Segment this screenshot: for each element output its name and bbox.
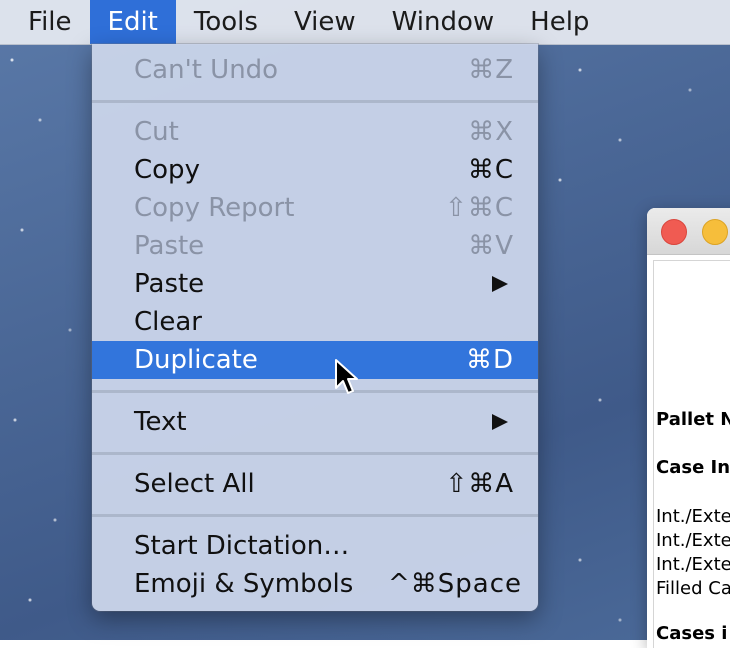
menu-item-label: Copy	[134, 155, 200, 185]
menu-item-label: Can't Undo	[134, 55, 279, 85]
document-line: Cases i	[656, 623, 728, 644]
menu-item-shortcut: ⌘X	[468, 117, 514, 147]
document-line: Int./Exte	[656, 530, 730, 551]
close-window-button[interactable]	[661, 219, 687, 245]
menu-separator	[92, 514, 538, 517]
menu-item-shortcut: ⇧⌘A	[445, 469, 514, 499]
menu-separator	[92, 390, 538, 393]
menu-item-copy[interactable]: Copy ⌘C	[92, 151, 538, 189]
document-window: Pallet N Case In Int./Exte Int./Exte Int…	[647, 208, 730, 648]
arrow-pointer-icon	[335, 359, 358, 394]
menu-item-cut[interactable]: Cut ⌘X	[92, 113, 538, 151]
menu-item-paste-disabled[interactable]: Paste ⌘V	[92, 227, 538, 265]
document-line: Case In	[656, 457, 730, 478]
menubar-file[interactable]: File	[0, 0, 90, 44]
menubar-edit[interactable]: Edit	[89, 0, 176, 44]
menu-item-shortcut: ⌘D	[465, 345, 514, 375]
menu-separator	[92, 452, 538, 455]
menu-item-select-all[interactable]: Select All ⇧⌘A	[92, 465, 538, 503]
document-line: Int./Exte	[656, 554, 730, 575]
menu-item-label: Clear	[134, 307, 202, 337]
menubar-tools[interactable]: Tools	[176, 0, 276, 44]
menu-item-shortcut: ^⌘Space	[387, 569, 522, 599]
menu-item-label: Text	[134, 407, 187, 437]
menu-separator	[92, 100, 538, 103]
edit-menu-dropdown: Can't Undo ⌘Z Cut ⌘X Copy ⌘C Copy Report…	[92, 44, 538, 611]
menu-item-copy-report[interactable]: Copy Report ⇧⌘C	[92, 189, 538, 227]
menu-item-paste-submenu[interactable]: Paste	[92, 265, 538, 303]
submenu-arrow-icon	[492, 414, 508, 430]
menu-item-label: Paste	[134, 231, 205, 261]
menu-item-text-submenu[interactable]: Text	[92, 403, 538, 441]
menu-item-label: Emoji & Symbols	[134, 569, 354, 599]
menu-item-clear[interactable]: Clear	[92, 303, 538, 341]
menu-item-cant-undo[interactable]: Can't Undo ⌘Z	[92, 51, 538, 89]
menu-item-label: Copy Report	[134, 193, 295, 223]
menu-item-label: Duplicate	[134, 345, 258, 375]
menu-item-start-dictation[interactable]: Start Dictation…	[92, 527, 538, 565]
menubar-help[interactable]: Help	[512, 0, 607, 44]
menubar-view[interactable]: View	[276, 0, 374, 44]
document-line: Int./Exte	[656, 506, 730, 527]
menu-item-label: Select All	[134, 469, 255, 499]
menu-item-shortcut: ⌘C	[467, 155, 514, 185]
menu-item-shortcut: ⇧⌘C	[445, 193, 514, 223]
menu-item-emoji-symbols[interactable]: Emoji & Symbols ^⌘Space	[92, 565, 538, 603]
document-titlebar	[647, 208, 730, 255]
menu-item-label: Start Dictation…	[134, 531, 350, 561]
menu-item-label: Paste	[134, 269, 205, 299]
submenu-arrow-icon	[492, 276, 508, 292]
minimize-window-button[interactable]	[702, 219, 728, 245]
menubar-window[interactable]: Window	[374, 0, 513, 44]
menu-bar: File Edit Tools View Window Help	[0, 0, 730, 45]
document-line: Filled Ca	[656, 578, 730, 599]
menu-item-shortcut: ⌘Z	[468, 55, 514, 85]
menu-item-duplicate[interactable]: Duplicate ⌘D	[92, 341, 538, 379]
document-line: Pallet N	[656, 409, 730, 430]
menu-item-label: Cut	[134, 117, 179, 147]
menu-item-shortcut: ⌘V	[468, 231, 514, 261]
